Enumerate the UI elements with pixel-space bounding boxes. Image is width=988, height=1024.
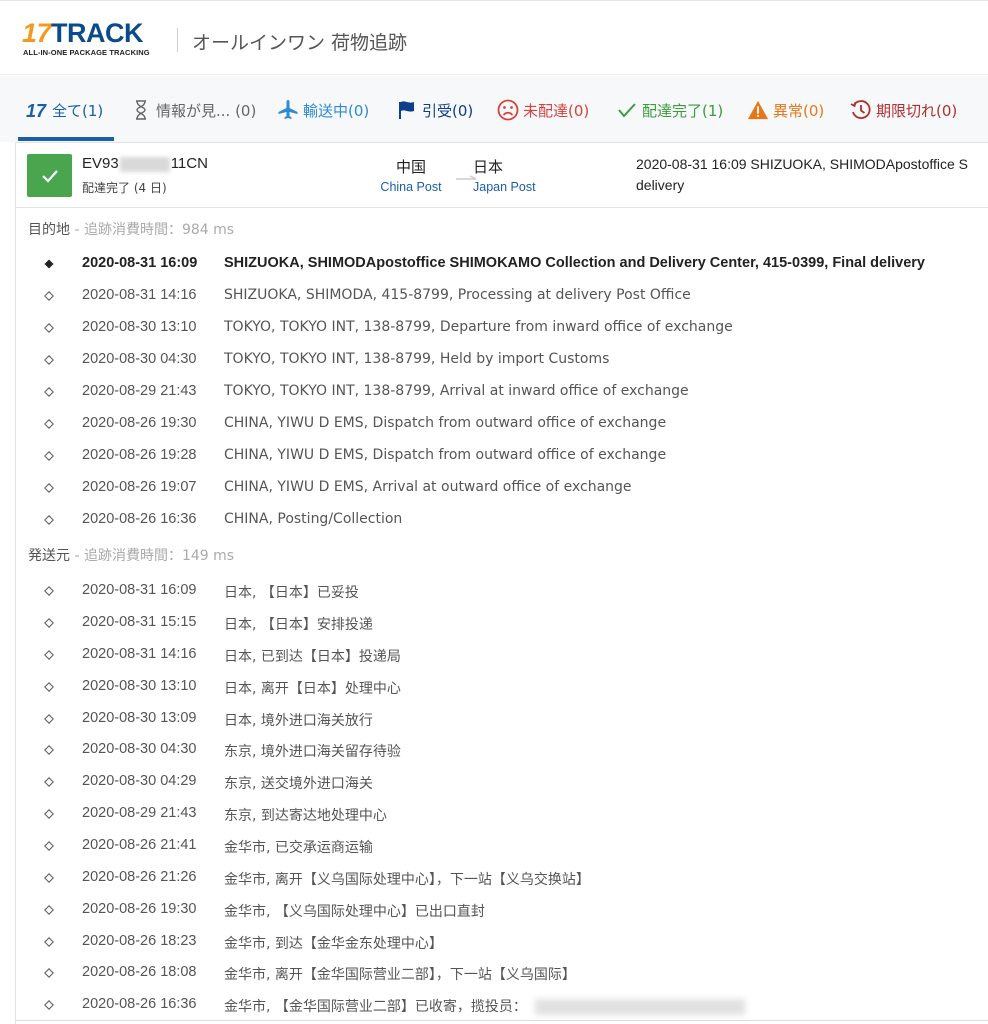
timeline-dot-icon (44, 714, 54, 724)
tab-label: 配達完了(1) (642, 101, 724, 120)
event-row: 2020-08-30 13:10 日本, 离开【日本】处理中心 (16, 678, 976, 698)
tab-label: 異常(0) (773, 101, 825, 120)
event-row: 2020-08-26 18:08 金华市, 离开【金华国际营业二部】，下一站【义乌… (16, 964, 976, 984)
header-divider (177, 28, 178, 52)
event-row: 2020-08-26 19:28 CHINA, YIWU D EMS, Dispa… (16, 447, 976, 467)
seventeen-logo-icon: 17 (26, 99, 48, 121)
tab-info-not-found[interactable]: 情報が見... (0) (130, 98, 256, 122)
event-row: 2020-08-31 16:09 日本, 【日本】已妥投 (16, 582, 976, 602)
tab-exception[interactable]: 異常(0) (747, 98, 824, 122)
tab-label: 輸送中(0) (303, 101, 370, 120)
timeline-dot-icon (44, 650, 54, 660)
redacted-courier-name (534, 999, 745, 1015)
event-row: 2020-08-26 19:30 金华市, 【义乌国际处理中心】已出口直封 (16, 901, 976, 921)
timeline-dot-icon (44, 873, 54, 883)
delivery-status: 配達完了 (4 日) (82, 181, 167, 195)
event-row: 2020-08-26 19:30 CHINA, YIWU D EMS, Dispa… (16, 415, 976, 435)
timeline-dot-icon (44, 515, 54, 525)
timeline-dot-icon (44, 451, 54, 461)
package-summary[interactable]: EV93 11CN 配達完了 (4 日) 中国 China Post 日本 Jap… (15, 142, 988, 208)
event-row: 2020-08-30 04:30 TOKYO, TOKYO INT, 138-87… (16, 351, 976, 371)
origin-carrier-link[interactable]: China Post (364, 180, 458, 194)
17track-logo[interactable]: 17TRACK ALL-IN-ONE PACKAGE TRACKING (22, 19, 164, 61)
event-row: 2020-08-30 13:09 日本, 境外进口海关放行 (16, 710, 976, 730)
event-row: 2020-08-26 16:36 金华市, 【金华国际营业二部】已收寄，揽投员： (16, 996, 976, 1016)
latest-event: 2020-08-31 16:09 SHIZUOKA, SHIMODApostof… (636, 156, 969, 193)
timeline-dot-icon (44, 1000, 54, 1010)
logo-tagline: ALL-IN-ONE PACKAGE TRACKING (23, 48, 150, 57)
timeline-dot-icon (44, 905, 54, 915)
event-row: 2020-08-30 13:10 TOKYO, TOKYO INT, 138-87… (16, 319, 976, 339)
destination-carrier-link[interactable]: Japan Post (473, 180, 547, 194)
timeline-dot-icon (44, 291, 54, 301)
checkmark-icon (616, 99, 638, 121)
timeline-dot-icon (44, 682, 54, 692)
event-row: 2020-08-31 14:16 日本, 已到达【日本】投递局 (16, 646, 976, 666)
tracking-number[interactable]: EV93 11CN (82, 155, 208, 172)
tab-label: 期限切れ(0) (876, 101, 958, 120)
timeline-dot-icon (44, 419, 54, 429)
event-row: 2020-08-30 04:29 东京, 送交境外进口海关 (16, 773, 976, 793)
event-row: 2020-08-31 14:16 SHIZUOKA, SHIMODA, 415-8… (16, 287, 976, 307)
event-row: 2020-08-26 21:26 金华市, 离开【义乌国际处理中心】，下一站【义乌… (16, 869, 976, 889)
warning-icon (747, 99, 769, 121)
bottom-divider (15, 1020, 988, 1021)
timeline-dot-filled-icon (44, 259, 54, 269)
svg-text:17: 17 (26, 101, 47, 119)
timeline-dot-icon (44, 387, 54, 397)
origin-section-title: 発送元 - 追跡消費時間：149 ms (28, 548, 235, 564)
timeline-dot-icon (44, 323, 54, 333)
event-row: 2020-08-29 21:43 东京, 到达寄达地处理中心 (16, 805, 976, 825)
tab-label: 全て(1) (52, 101, 104, 120)
tab-label: 引受(0) (422, 101, 474, 120)
hourglass-icon (130, 99, 152, 121)
tab-label: 情報が見... (0) (156, 101, 257, 120)
timeline-dot-icon (44, 355, 54, 365)
event-row: 2020-08-31 16:09 SHIZUOKA, SHIMODApostoff… (16, 255, 976, 275)
timeline-dot-icon (44, 968, 54, 978)
tab-picked-up[interactable]: 引受(0) (396, 98, 473, 122)
timeline-dot-icon (44, 483, 54, 493)
event-row: 2020-08-26 16:36 CHINA, Posting/Collectio… (16, 511, 976, 531)
tab-expired[interactable]: 期限切れ(0) (850, 98, 957, 122)
logo-wordmark: 17TRACK (22, 18, 144, 48)
delivered-status-icon (27, 154, 72, 197)
event-row: 2020-08-26 21:41 金华市, 已交承运商运输 (16, 837, 976, 857)
sad-face-icon (497, 99, 519, 121)
event-row: 2020-08-26 18:23 金华市, 到达【金华金东处理中心】 (16, 933, 976, 953)
event-row: 2020-08-26 19:07 CHINA, YIWU D EMS, Arriv… (16, 479, 976, 499)
timeline-dot-icon (44, 937, 54, 947)
page-title: オールインワン 荷物追跡 (192, 32, 408, 54)
timeline-dot-icon (44, 841, 54, 851)
tracking-events: 目的地 - 追跡消費時間：984 ms 2020-08-31 16:09 SHIZ… (15, 208, 988, 1024)
status-tabs: 17 全て(1) 情報が見... (0) 輸送中(0) 引受(0) 未配達(0)… (0, 76, 988, 142)
destination-country: 日本 Japan Post (473, 156, 547, 194)
history-clock-icon (850, 99, 872, 121)
event-row: 2020-08-29 21:43 TOKYO, TOKYO INT, 138-87… (16, 383, 976, 403)
tab-delivered[interactable]: 配達完了(1) (616, 98, 723, 122)
timeline-dot-icon (44, 745, 54, 755)
flag-icon (396, 99, 418, 121)
tab-in-transit[interactable]: 輸送中(0) (277, 98, 369, 122)
tab-undelivered[interactable]: 未配達(0) (497, 98, 589, 122)
tab-all[interactable]: 17 全て(1) (26, 98, 103, 122)
timeline-dot-icon (44, 618, 54, 628)
timeline-dot-icon (44, 586, 54, 596)
active-tab-indicator (18, 137, 114, 141)
redacted-digits (119, 156, 170, 172)
timeline-dot-icon (44, 809, 54, 819)
origin-country: 中国 China Post (364, 156, 458, 194)
event-row: 2020-08-30 04:30 东京, 境外进口海关留存待验 (16, 741, 976, 761)
tab-label: 未配達(0) (523, 101, 590, 120)
airplane-icon (277, 99, 299, 121)
top-header: 17TRACK ALL-IN-ONE PACKAGE TRACKING オールイ… (0, 0, 988, 75)
destination-section-title: 目的地 - 追跡消費時間：984 ms (28, 222, 235, 238)
event-row: 2020-08-31 15:15 日本, 【日本】安排投递 (16, 614, 976, 634)
timeline-dot-icon (44, 777, 54, 787)
